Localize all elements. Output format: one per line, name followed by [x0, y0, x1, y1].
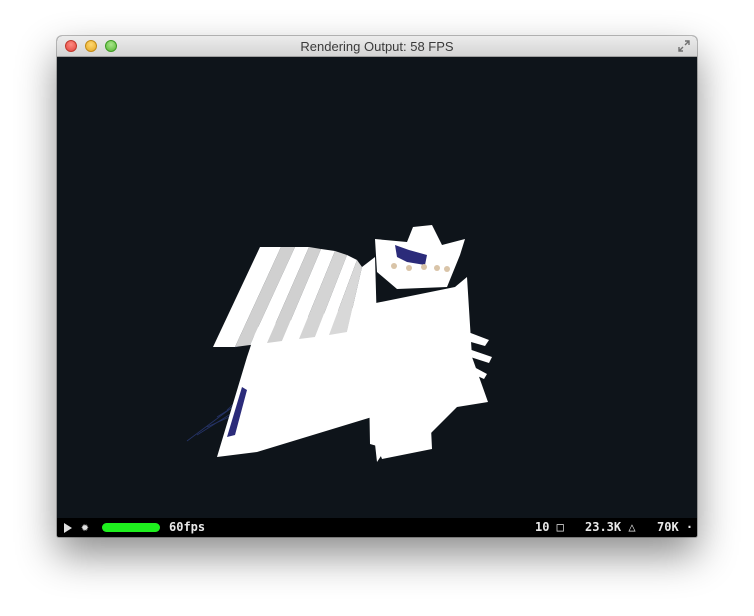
triangles-count: 23.3K △ — [585, 520, 636, 534]
title-bar[interactable]: Rendering Output: 58 FPS — [57, 36, 697, 57]
status-bar: ✹ 60fps 10 □ 23.3K △ 70K · — [57, 518, 697, 537]
play-icon[interactable] — [64, 523, 72, 533]
fullscreen-icon[interactable] — [677, 39, 691, 53]
fps-label: 60fps — [169, 520, 206, 534]
model-lower-block — [369, 385, 432, 459]
fps-meter-fill — [102, 523, 160, 532]
draw-calls-count: 10 □ — [535, 520, 564, 534]
window-title: Rendering Output: 58 FPS — [300, 39, 454, 54]
vertices-count: 70K · — [657, 520, 694, 534]
fps-meter — [102, 523, 160, 532]
rendering-output-window: Rendering Output: 58 FPS ✹ 60fps 10 □ 23… — [57, 36, 697, 537]
gear-icon[interactable]: ✹ — [81, 518, 89, 537]
rendered-3d-model — [186, 225, 492, 462]
render-viewport[interactable] — [57, 57, 697, 518]
